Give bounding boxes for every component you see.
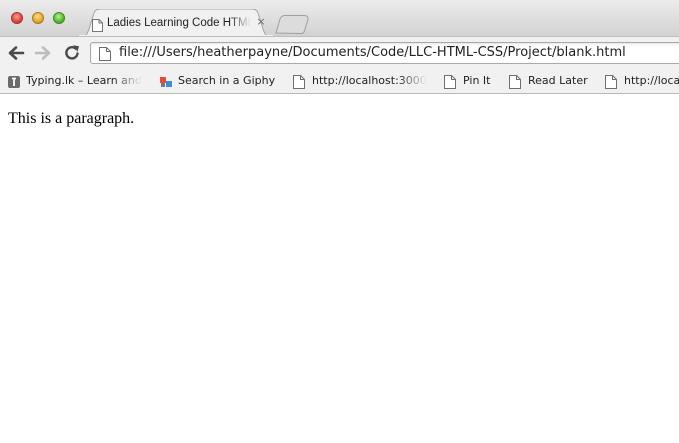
bookmark-giphy[interactable]: Search in a Giphy — [159, 73, 284, 89]
window-zoom-button[interactable] — [53, 12, 65, 24]
document-icon — [605, 74, 617, 89]
tab-strip: Ladies Learning Code HTML & CSS × — [0, 0, 679, 38]
new-tab-button[interactable] — [274, 15, 310, 38]
window-minimize-button[interactable] — [32, 12, 44, 24]
forward-arrow-icon[interactable] — [33, 43, 53, 63]
giphy-favicon-icon — [159, 74, 173, 89]
page-content: This is a paragraph. — [0, 94, 679, 443]
tab-active[interactable]: Ladies Learning Code HTML & CSS × — [78, 9, 274, 37]
bookmark-pin-it[interactable]: Pin It — [444, 73, 504, 89]
back-arrow-icon[interactable] — [6, 43, 26, 63]
bookmarks-bar: Typing.lk – Learn and Search in a Giphy … — [0, 69, 679, 94]
bookmark-label: Read Later — [528, 74, 588, 87]
toolbar: file:///Users/heatherpayne/Documents/Cod… — [0, 36, 679, 69]
bookmark-localhost-3000[interactable]: http://localhost:3000 — [293, 73, 430, 89]
browser-window: Ladies Learning Code HTML & CSS × — [0, 0, 679, 443]
bookmark-read-later[interactable]: Read Later — [509, 73, 594, 89]
document-icon — [99, 46, 111, 65]
typing-favicon-icon — [7, 74, 21, 89]
bookmark-label: Search in a Giphy — [178, 74, 276, 87]
paragraph: This is a paragraph. — [8, 110, 135, 127]
document-icon — [92, 17, 103, 36]
address-bar-url[interactable]: file:///Users/heatherpayne/Documents/Cod… — [119, 45, 626, 61]
bookmark-label: http://localhost — [624, 74, 679, 87]
document-icon — [509, 74, 521, 89]
bookmark-label: Pin It — [463, 74, 491, 87]
bookmark-typing[interactable]: Typing.lk – Learn and — [7, 73, 145, 89]
document-icon — [444, 74, 456, 89]
reload-icon[interactable] — [62, 43, 82, 63]
bookmark-label: Typing.lk – Learn and — [26, 74, 142, 87]
tab-title: Ladies Learning Code HTML & CSS — [107, 17, 251, 29]
bookmark-localhost[interactable]: http://localhost — [605, 73, 679, 89]
document-icon — [293, 74, 305, 89]
window-close-button[interactable] — [11, 12, 23, 24]
address-bar[interactable]: file:///Users/heatherpayne/Documents/Cod… — [90, 42, 679, 64]
tab-close-icon[interactable]: × — [255, 16, 267, 28]
bookmark-label: http://localhost:3000 — [312, 74, 427, 87]
